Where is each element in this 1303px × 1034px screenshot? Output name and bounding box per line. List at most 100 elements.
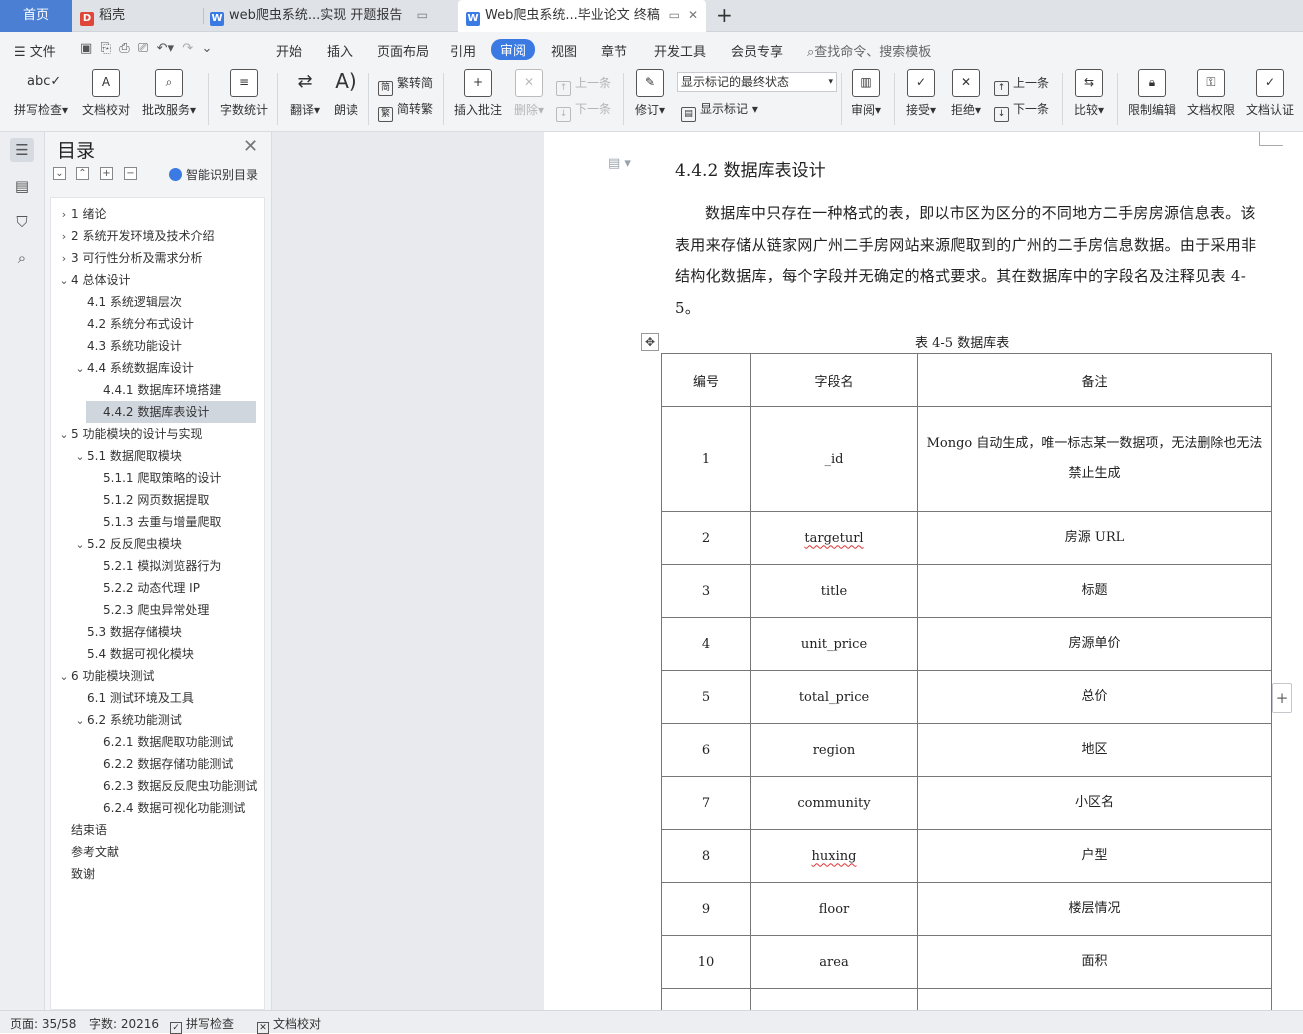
print-preview-icon[interactable]: ⎚: [138, 41, 148, 56]
chevron-down-icon[interactable]: ⌄: [57, 666, 71, 687]
table-cell[interactable]: 房源单价: [917, 617, 1272, 671]
table-cell[interactable]: 4: [661, 617, 751, 671]
chevron-right-icon[interactable]: ›: [57, 204, 71, 225]
status-doc-proof[interactable]: ✕ 文档校对: [257, 1015, 321, 1034]
menu-view[interactable]: 视图: [551, 41, 577, 60]
table-cell[interactable]: 8: [661, 829, 751, 883]
table-cell[interactable]: community: [750, 776, 918, 830]
batch-service-button[interactable]: ⌕ 批改服务▾: [140, 69, 198, 118]
spell-check-button[interactable]: abc✓ 拼写检查▾: [12, 69, 70, 118]
tab-proposal[interactable]: Wweb爬虫系统...实现 开题报告 ▭: [210, 0, 450, 32]
compare-button[interactable]: ⇆ 比较▾: [1071, 69, 1107, 118]
tab-home[interactable]: 首页: [0, 0, 72, 32]
table-cell[interactable]: region: [750, 723, 918, 777]
chevron-right-icon[interactable]: ›: [57, 248, 71, 269]
redo-icon[interactable]: ↷: [182, 41, 193, 56]
toc-item[interactable]: ⌄ 6.2 系统功能测试: [51, 709, 264, 731]
toc-item[interactable]: ⌄ 5.2 反反爬虫模块: [51, 533, 264, 555]
revise-button[interactable]: ✎ 修订▾: [632, 69, 668, 118]
table-cell[interactable]: 9: [661, 882, 751, 936]
remove-heading-icon[interactable]: −: [124, 167, 137, 180]
toc-item[interactable]: 结束语: [51, 819, 264, 841]
table-cell[interactable]: 5: [661, 670, 751, 724]
table-cell[interactable]: 标题: [917, 564, 1272, 618]
menu-chapter[interactable]: 章节: [601, 41, 627, 60]
toc-item[interactable]: ⌄ 5.1 数据爬取模块: [51, 445, 264, 467]
table-cell[interactable]: 地区: [917, 723, 1272, 777]
table-cell[interactable]: 2: [661, 511, 751, 565]
table-header-cell[interactable]: 备注: [917, 353, 1272, 407]
tab-thesis-active[interactable]: W Web爬虫系统...毕业论文 终稿 ▭ ✕: [458, 0, 706, 33]
toc-item[interactable]: 6.2.1 数据爬取功能测试: [51, 731, 264, 753]
table-cell[interactable]: 房源 URL: [917, 511, 1272, 565]
translate-button[interactable]: ⇄ 翻译▾: [287, 69, 323, 118]
toc-item[interactable]: 4.3 系统功能设计: [51, 335, 264, 357]
file-menu[interactable]: ☰ 文件: [14, 41, 56, 60]
add-heading-icon[interactable]: +: [100, 167, 113, 180]
smart-toc-button[interactable]: 智能识别目录: [169, 166, 258, 183]
word-count-indicator[interactable]: 字数: 20216: [89, 1015, 159, 1032]
prev-comment-button[interactable]: ↑ 上一条: [556, 74, 611, 96]
toc-item[interactable]: 5.1.2 网页数据提取: [51, 489, 264, 511]
table-cell[interactable]: unit_price: [750, 617, 918, 671]
table-cell[interactable]: 10: [661, 935, 751, 989]
table-cell[interactable]: Mongo 自动生成，唯一标志某一数据项，无法删除也无法禁止生成: [917, 406, 1272, 512]
table-cell[interactable]: 户型: [917, 829, 1272, 883]
read-aloud-button[interactable]: A) 朗读: [332, 69, 360, 118]
menu-insert[interactable]: 插入: [327, 41, 353, 60]
toc-item[interactable]: 5.2.1 模拟浏览器行为: [51, 555, 264, 577]
table-cell[interactable]: 3: [661, 564, 751, 618]
toc-item[interactable]: ⌄ 4 总体设计: [51, 269, 264, 291]
menu-review[interactable]: 审阅: [491, 39, 536, 60]
toc-item[interactable]: 4.4.1 数据库环境搭建: [51, 379, 264, 401]
show-markup-button[interactable]: ▤ 显示标记 ▾: [681, 100, 758, 122]
toc-item[interactable]: 5.1.1 爬取策略的设计: [51, 467, 264, 489]
table-cell[interactable]: 总价: [917, 670, 1272, 724]
chevron-right-icon[interactable]: ›: [57, 226, 71, 247]
undo-icon[interactable]: ↶▾: [157, 41, 174, 56]
tab-docer[interactable]: D 稻壳: [80, 0, 200, 32]
page-indicator[interactable]: 页面: 35/58: [10, 1015, 76, 1032]
table-cell[interactable]: huxing: [750, 829, 918, 883]
tab-close-icon[interactable]: ✕: [688, 0, 698, 31]
next-change-button[interactable]: ↓ 下一条: [994, 100, 1049, 122]
next-comment-button[interactable]: ↓ 下一条: [556, 100, 611, 122]
table-header-cell[interactable]: 编号: [661, 353, 751, 407]
doc-proof-button[interactable]: A 文档校对: [81, 69, 131, 118]
chevron-down-icon[interactable]: ⌄: [57, 270, 71, 291]
expand-up-icon[interactable]: ⌃: [76, 167, 89, 180]
table-cell[interactable]: 楼层情况: [917, 882, 1272, 936]
reject-button[interactable]: ✕ 拒绝▾: [948, 69, 984, 118]
status-spell-check[interactable]: ✓ 拼写检查: [170, 1015, 234, 1034]
toc-item[interactable]: ⌄ 5 功能模块的设计与实现: [51, 423, 264, 445]
chevron-down-icon[interactable]: ⌄: [73, 358, 87, 379]
table-cell[interactable]: floor: [750, 882, 918, 936]
table-cell[interactable]: total_price: [750, 670, 918, 724]
toc-item[interactable]: 6.2.4 数据可视化功能测试: [51, 797, 264, 819]
chevron-down-icon[interactable]: ⌄: [73, 534, 87, 555]
table-cell[interactable]: targeturl: [750, 511, 918, 565]
format-painter-icon[interactable]: ⎘: [101, 41, 111, 56]
close-icon[interactable]: ✕: [243, 136, 258, 157]
table-move-handle-icon[interactable]: ✥: [641, 333, 659, 351]
doc-permission-button[interactable]: ⚿ 文档权限: [1186, 69, 1236, 118]
chevron-down-icon[interactable]: ⌄: [57, 424, 71, 445]
table-cell[interactable]: 6: [661, 723, 751, 777]
menu-member[interactable]: 会员专享: [731, 41, 783, 60]
collapse-all-icon[interactable]: ⌄: [53, 167, 66, 180]
toc-item[interactable]: 5.2.2 动态代理 IP: [51, 577, 264, 599]
delete-comment-button[interactable]: ✕ 删除▾: [512, 69, 546, 118]
doc-auth-button[interactable]: ✓ 文档认证: [1245, 69, 1295, 118]
toc-item[interactable]: 5.2.3 爬虫异常处理: [51, 599, 264, 621]
table-cell[interactable]: 面积: [917, 935, 1272, 989]
trad-to-simp-button[interactable]: 简繁转简: [378, 74, 433, 96]
toc-item[interactable]: › 1 绪论: [51, 203, 264, 225]
table-cell[interactable]: _id: [750, 406, 918, 512]
add-panel-icon[interactable]: +: [1272, 683, 1292, 713]
table-cell[interactable]: 7: [661, 776, 751, 830]
new-tab-button[interactable]: +: [716, 0, 734, 32]
chapter-nav-icon[interactable]: ▤: [10, 174, 34, 198]
menu-page-layout[interactable]: 页面布局: [377, 41, 429, 60]
toc-item[interactable]: 6.2.2 数据存储功能测试: [51, 753, 264, 775]
table-header-cell[interactable]: 字段名: [750, 353, 918, 407]
